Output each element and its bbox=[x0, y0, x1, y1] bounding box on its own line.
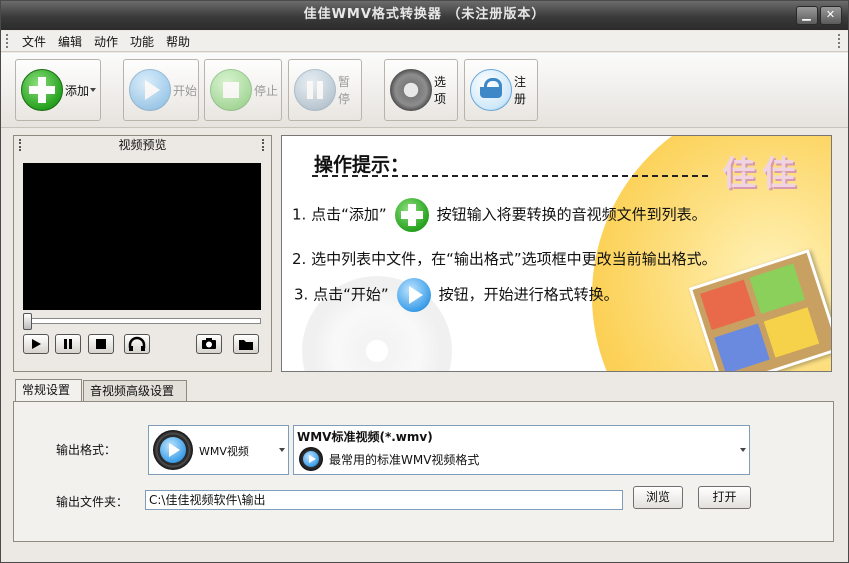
format-profile-select[interactable]: WMV标准视频(*.wmv) 最常用的标准WMV视频格式 bbox=[293, 425, 750, 475]
basket-icon bbox=[470, 69, 512, 111]
menu-bar: 文件 编辑 动作 功能 帮助 bbox=[1, 31, 848, 52]
options-button[interactable]: 选项 bbox=[384, 59, 458, 121]
output-folder-input[interactable]: C:\佳佳视频软件\输出 bbox=[145, 490, 623, 510]
start-label: 开始 bbox=[173, 83, 198, 98]
register-button[interactable]: 注册 bbox=[464, 59, 538, 121]
seek-thumb[interactable] bbox=[23, 313, 32, 330]
panel-grip[interactable] bbox=[19, 139, 25, 151]
minimize-button[interactable]: ▁ bbox=[796, 6, 818, 25]
tab-general[interactable]: 常规设置 bbox=[15, 379, 82, 401]
tip-3-text-a: 3. 点击“开始” bbox=[294, 285, 389, 304]
pause-icon bbox=[294, 69, 336, 111]
window-title: 佳佳WMV格式转换器 （未注册版本） bbox=[303, 7, 546, 22]
headphones-icon bbox=[128, 336, 146, 351]
app-window: 佳佳WMV格式转换器 （未注册版本） ▁ ✕ 文件 编辑 动作 功能 帮助 添加… bbox=[0, 0, 849, 563]
folder-icon bbox=[239, 340, 253, 350]
tip-1-text-b: 按钮输入将要转换的音视频文件到列表。 bbox=[436, 205, 707, 224]
menu-help[interactable]: 帮助 bbox=[166, 33, 190, 50]
chevron-down-icon bbox=[740, 448, 746, 452]
menu-edit[interactable]: 编辑 bbox=[58, 33, 82, 50]
add-button[interactable]: 添加 bbox=[15, 59, 101, 121]
stop-icon bbox=[210, 69, 252, 111]
stop-button[interactable]: 停止 bbox=[204, 59, 282, 121]
format-profile-name: WMV标准视频(*.wmv) bbox=[297, 430, 433, 444]
menu-action[interactable]: 动作 bbox=[94, 33, 118, 50]
format-profile-desc: 最常用的标准WMV视频格式 bbox=[329, 453, 480, 467]
open-button[interactable]: 打开 bbox=[698, 486, 751, 509]
stop-preview-button[interactable] bbox=[88, 334, 114, 354]
start-button[interactable]: 开始 bbox=[123, 59, 199, 121]
seek-bar[interactable] bbox=[23, 318, 261, 324]
video-preview-panel: 视频预览 bbox=[13, 135, 272, 372]
menu-grip-right[interactable] bbox=[838, 34, 843, 48]
register-label: 注册 bbox=[514, 75, 527, 106]
play-icon bbox=[299, 447, 323, 471]
stop-label: 停止 bbox=[254, 83, 279, 98]
pause-button[interactable]: 暂停 bbox=[288, 59, 362, 121]
play-button[interactable] bbox=[23, 334, 49, 354]
output-format-label: 输出格式： bbox=[56, 443, 117, 457]
play-icon bbox=[32, 339, 41, 349]
panel-grip-right[interactable] bbox=[262, 139, 268, 151]
menu-file[interactable]: 文件 bbox=[22, 33, 46, 50]
browse-button[interactable]: 浏览 bbox=[633, 486, 683, 509]
pause-preview-button[interactable] bbox=[55, 334, 81, 354]
play-icon bbox=[153, 430, 193, 470]
chevron-down-icon[interactable] bbox=[90, 88, 96, 92]
tip-2-text: 2. 选中列表中文件，在“输出格式”选项框中更改当前输出格式。 bbox=[292, 250, 717, 268]
add-label: 添加 bbox=[65, 83, 90, 98]
format-category-select[interactable]: WMV视频 bbox=[148, 425, 289, 475]
tip-line-3: 3. 点击“开始” 按钮，开始进行格式转换。 bbox=[294, 278, 619, 312]
tab-advanced[interactable]: 音视频高级设置 bbox=[83, 380, 187, 401]
stop-icon bbox=[96, 339, 106, 349]
settings-panel: 输出格式： WMV视频 WMV标准视频(*.wmv) 最常用的标准WMV视频格式… bbox=[13, 401, 834, 542]
divider bbox=[312, 175, 708, 177]
pause-label: 暂停 bbox=[338, 75, 351, 106]
options-label: 选项 bbox=[434, 75, 447, 106]
tips-banner: 佳佳 操作提示： 1. 点击“添加” 按钮输入将要转换的音视频文件到列表。 2. … bbox=[281, 135, 832, 372]
add-icon bbox=[394, 198, 429, 232]
output-folder-label: 输出文件夹： bbox=[56, 495, 129, 509]
menu-function[interactable]: 功能 bbox=[130, 33, 154, 50]
menu-grip[interactable] bbox=[6, 34, 11, 48]
close-button[interactable]: ✕ bbox=[820, 6, 842, 25]
video-screen bbox=[23, 163, 261, 310]
play-icon bbox=[396, 278, 431, 312]
toolbar: 添加 开始 停止 暂停 选项 注册 bbox=[1, 53, 848, 128]
tip-1-text-a: 1. 点击“添加” bbox=[292, 205, 387, 224]
title-bar: 佳佳WMV格式转换器 （未注册版本） ▁ ✕ bbox=[1, 1, 848, 30]
play-icon bbox=[129, 69, 171, 111]
window-controls: ▁ ✕ bbox=[796, 6, 842, 25]
tip-line-1: 1. 点击“添加” 按钮输入将要转换的音视频文件到列表。 bbox=[292, 198, 707, 232]
format-category-value: WMV视频 bbox=[199, 445, 249, 458]
tips-title: 操作提示： bbox=[314, 154, 410, 176]
snapshot-button[interactable] bbox=[196, 334, 222, 354]
tip-line-2: 2. 选中列表中文件，在“输出格式”选项框中更改当前输出格式。 bbox=[292, 248, 717, 269]
chevron-down-icon bbox=[279, 448, 285, 452]
add-icon bbox=[21, 69, 63, 111]
tip-3-text-b: 按钮，开始进行格式转换。 bbox=[438, 285, 619, 304]
preview-title: 视频预览 bbox=[118, 138, 167, 152]
open-folder-button[interactable] bbox=[233, 334, 259, 354]
gear-icon bbox=[390, 69, 432, 111]
camera-icon bbox=[202, 338, 216, 349]
brand-logo: 佳佳 bbox=[722, 154, 802, 194]
volume-button[interactable] bbox=[124, 334, 150, 354]
